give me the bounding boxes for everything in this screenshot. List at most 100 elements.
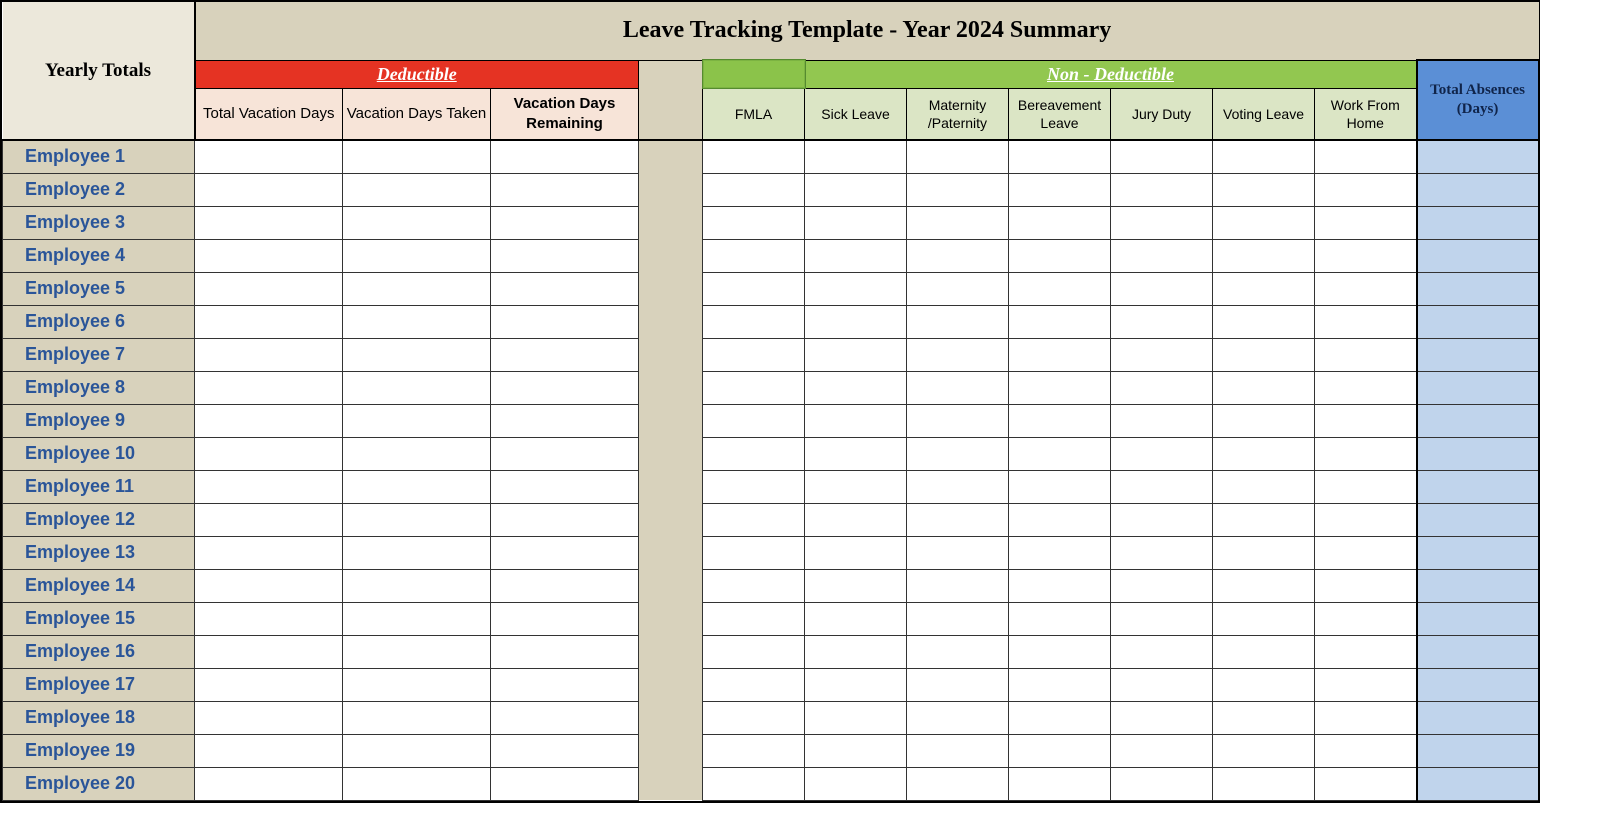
nondeductible-cell[interactable] xyxy=(703,305,805,338)
nondeductible-cell[interactable] xyxy=(1315,305,1417,338)
deductible-cell[interactable] xyxy=(491,206,639,239)
nondeductible-cell[interactable] xyxy=(1111,767,1213,800)
deductible-cell[interactable] xyxy=(491,470,639,503)
deductible-cell[interactable] xyxy=(195,173,343,206)
deductible-cell[interactable] xyxy=(195,734,343,767)
nondeductible-cell[interactable] xyxy=(703,470,805,503)
nondeductible-cell[interactable] xyxy=(1213,767,1315,800)
nondeductible-cell[interactable] xyxy=(703,701,805,734)
nondeductible-cell[interactable] xyxy=(805,371,907,404)
nondeductible-cell[interactable] xyxy=(1009,767,1111,800)
deductible-cell[interactable] xyxy=(491,371,639,404)
nondeductible-cell[interactable] xyxy=(703,206,805,239)
total-absences-cell[interactable] xyxy=(1417,437,1539,470)
nondeductible-cell[interactable] xyxy=(1111,503,1213,536)
deductible-cell[interactable] xyxy=(491,338,639,371)
nondeductible-cell[interactable] xyxy=(1315,602,1417,635)
nondeductible-cell[interactable] xyxy=(1009,272,1111,305)
nondeductible-cell[interactable] xyxy=(907,338,1009,371)
total-absences-cell[interactable] xyxy=(1417,503,1539,536)
nondeductible-cell[interactable] xyxy=(703,767,805,800)
nondeductible-cell[interactable] xyxy=(907,734,1009,767)
nondeductible-cell[interactable] xyxy=(1315,569,1417,602)
deductible-cell[interactable] xyxy=(491,140,639,173)
deductible-cell[interactable] xyxy=(491,272,639,305)
nondeductible-cell[interactable] xyxy=(1111,206,1213,239)
nondeductible-cell[interactable] xyxy=(1315,536,1417,569)
nondeductible-cell[interactable] xyxy=(805,239,907,272)
nondeductible-cell[interactable] xyxy=(1315,668,1417,701)
nondeductible-cell[interactable] xyxy=(1213,536,1315,569)
nondeductible-cell[interactable] xyxy=(805,536,907,569)
total-absences-cell[interactable] xyxy=(1417,536,1539,569)
deductible-cell[interactable] xyxy=(491,503,639,536)
nondeductible-cell[interactable] xyxy=(1009,668,1111,701)
nondeductible-cell[interactable] xyxy=(1009,701,1111,734)
nondeductible-cell[interactable] xyxy=(907,668,1009,701)
deductible-cell[interactable] xyxy=(195,272,343,305)
nondeductible-cell[interactable] xyxy=(703,173,805,206)
nondeductible-cell[interactable] xyxy=(1213,437,1315,470)
total-absences-cell[interactable] xyxy=(1417,206,1539,239)
total-absences-cell[interactable] xyxy=(1417,140,1539,173)
total-absences-cell[interactable] xyxy=(1417,569,1539,602)
nondeductible-cell[interactable] xyxy=(1009,305,1111,338)
total-absences-cell[interactable] xyxy=(1417,701,1539,734)
nondeductible-cell[interactable] xyxy=(907,569,1009,602)
deductible-cell[interactable] xyxy=(491,569,639,602)
nondeductible-cell[interactable] xyxy=(1315,767,1417,800)
total-absences-cell[interactable] xyxy=(1417,272,1539,305)
nondeductible-cell[interactable] xyxy=(1009,536,1111,569)
nondeductible-cell[interactable] xyxy=(805,569,907,602)
nondeductible-cell[interactable] xyxy=(907,767,1009,800)
deductible-cell[interactable] xyxy=(195,404,343,437)
nondeductible-cell[interactable] xyxy=(1009,140,1111,173)
deductible-cell[interactable] xyxy=(343,470,491,503)
nondeductible-cell[interactable] xyxy=(703,272,805,305)
deductible-cell[interactable] xyxy=(195,239,343,272)
deductible-cell[interactable] xyxy=(195,140,343,173)
nondeductible-cell[interactable] xyxy=(907,371,1009,404)
nondeductible-cell[interactable] xyxy=(1009,437,1111,470)
deductible-cell[interactable] xyxy=(195,569,343,602)
total-absences-cell[interactable] xyxy=(1417,173,1539,206)
nondeductible-cell[interactable] xyxy=(805,305,907,338)
deductible-cell[interactable] xyxy=(195,206,343,239)
deductible-cell[interactable] xyxy=(343,602,491,635)
nondeductible-cell[interactable] xyxy=(1213,173,1315,206)
nondeductible-cell[interactable] xyxy=(1315,272,1417,305)
nondeductible-cell[interactable] xyxy=(1111,338,1213,371)
selected-cell[interactable] xyxy=(703,60,805,88)
nondeductible-cell[interactable] xyxy=(703,371,805,404)
nondeductible-cell[interactable] xyxy=(1315,140,1417,173)
deductible-cell[interactable] xyxy=(491,602,639,635)
deductible-cell[interactable] xyxy=(343,305,491,338)
nondeductible-cell[interactable] xyxy=(1213,305,1315,338)
nondeductible-cell[interactable] xyxy=(1009,569,1111,602)
deductible-cell[interactable] xyxy=(491,437,639,470)
nondeductible-cell[interactable] xyxy=(703,239,805,272)
nondeductible-cell[interactable] xyxy=(703,536,805,569)
nondeductible-cell[interactable] xyxy=(1315,635,1417,668)
deductible-cell[interactable] xyxy=(491,536,639,569)
deductible-cell[interactable] xyxy=(491,767,639,800)
nondeductible-cell[interactable] xyxy=(1111,371,1213,404)
nondeductible-cell[interactable] xyxy=(1009,371,1111,404)
nondeductible-cell[interactable] xyxy=(1009,338,1111,371)
nondeductible-cell[interactable] xyxy=(907,404,1009,437)
nondeductible-cell[interactable] xyxy=(1315,734,1417,767)
nondeductible-cell[interactable] xyxy=(1213,734,1315,767)
deductible-cell[interactable] xyxy=(195,536,343,569)
nondeductible-cell[interactable] xyxy=(703,140,805,173)
nondeductible-cell[interactable] xyxy=(805,437,907,470)
nondeductible-cell[interactable] xyxy=(1111,701,1213,734)
total-absences-cell[interactable] xyxy=(1417,239,1539,272)
deductible-cell[interactable] xyxy=(343,173,491,206)
nondeductible-cell[interactable] xyxy=(805,206,907,239)
nondeductible-cell[interactable] xyxy=(703,635,805,668)
total-absences-cell[interactable] xyxy=(1417,371,1539,404)
nondeductible-cell[interactable] xyxy=(1009,404,1111,437)
nondeductible-cell[interactable] xyxy=(907,470,1009,503)
nondeductible-cell[interactable] xyxy=(1315,239,1417,272)
nondeductible-cell[interactable] xyxy=(1111,437,1213,470)
